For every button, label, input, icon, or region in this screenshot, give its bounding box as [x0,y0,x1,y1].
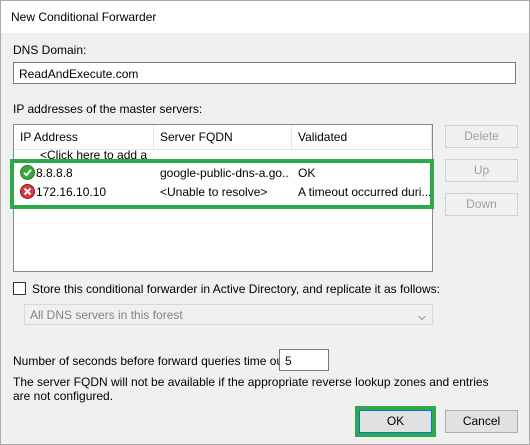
row-fqdn: <Unable to resolve> [160,185,268,199]
check-circle-icon [20,165,35,180]
up-button[interactable]: Up [445,159,518,182]
fqdn-note: The server FQDN will not be available if… [13,375,489,403]
list-header: IP Address Server FQDN Validated [14,125,432,150]
down-button[interactable]: Down [445,193,518,216]
timeout-input[interactable]: 5 [279,349,329,371]
dns-domain-label: DNS Domain: [13,43,87,57]
row-validated: OK [298,166,316,180]
chevron-down-icon [418,311,426,321]
column-header-validated[interactable]: Validated [292,125,432,150]
replication-scope-select[interactable]: All DNS servers in this forest [24,304,433,325]
up-button-label: Up [473,163,490,177]
delete-button-label: Delete [464,129,499,143]
add-server-prompt[interactable]: <Click here to add a [40,149,147,159]
row-validated: A timeout occurred duri... [298,185,430,199]
ok-button[interactable]: OK [359,410,432,433]
store-ad-checkbox[interactable] [13,282,26,295]
title-bar: New Conditional Forwarder [1,1,529,33]
error-circle-icon [20,184,35,199]
column-header-fqdn[interactable]: Server FQDN [154,125,292,150]
cancel-button-label: Cancel [462,414,501,428]
table-row[interactable]: 8.8.8.8 google-public-dns-a.go... OK [14,164,432,182]
master-servers-list[interactable]: IP Address Server FQDN Validated <Click … [13,124,433,272]
new-conditional-forwarder-dialog: New Conditional Forwarder DNS Domain: Re… [0,0,530,445]
dns-domain-input[interactable]: ReadAndExecute.com [13,62,516,84]
delete-button[interactable]: Delete [445,125,518,148]
timeout-label: Number of seconds before forward queries… [13,354,290,368]
ok-button-label: OK [386,414,405,428]
down-button-label: Down [466,197,497,211]
store-ad-label[interactable]: Store this conditional forwarder in Acti… [32,282,440,296]
replication-scope-value: All DNS servers in this forest [30,308,183,322]
row-ip: 172.16.10.10 [36,185,107,199]
column-header-ip[interactable]: IP Address [14,125,154,150]
cancel-button[interactable]: Cancel [445,410,518,433]
row-fqdn: google-public-dns-a.go... [160,166,290,180]
window-title: New Conditional Forwarder [11,10,157,24]
row-ip: 8.8.8.8 [36,166,73,180]
table-row[interactable]: 172.16.10.10 <Unable to resolve> A timeo… [14,183,432,201]
master-servers-label: IP addresses of the master servers: [13,102,203,116]
